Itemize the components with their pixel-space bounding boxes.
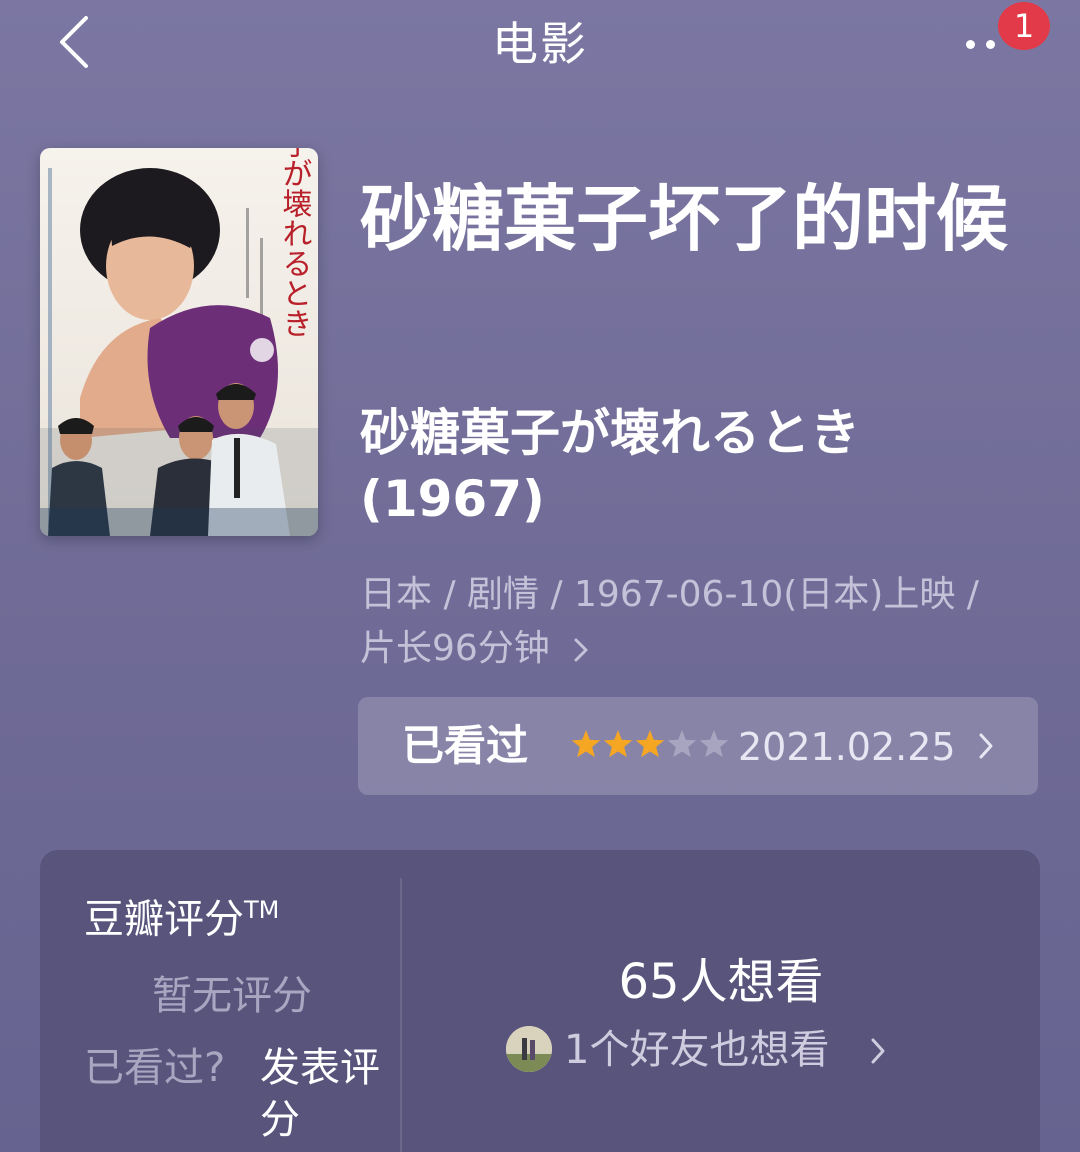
more-dots-icon bbox=[966, 40, 975, 49]
original-title: 砂糖菓子が壊れるとき bbox=[360, 404, 860, 462]
chevron-right-icon bbox=[871, 1038, 885, 1064]
movie-poster[interactable]: 砂糖菓子が壊れるとき bbox=[40, 148, 318, 536]
no-score-text: 暂无评分 bbox=[152, 973, 312, 1019]
avatar bbox=[506, 1026, 552, 1072]
star-empty-icon bbox=[699, 730, 729, 758]
friends-want-text: 1个好友也想看 bbox=[564, 1027, 830, 1073]
chevron-right-icon bbox=[979, 733, 993, 759]
release-year: (1967) bbox=[360, 470, 545, 528]
star-filled-icon bbox=[603, 730, 633, 758]
douban-score-title: 豆瓣评分TM bbox=[84, 896, 280, 943]
movie-meta-info[interactable]: 日本 / 剧情 / 1967-06-10(日本)上映 / 片长96分钟 bbox=[360, 568, 1010, 676]
page-title: 电影 bbox=[492, 17, 588, 71]
trademark-mark: TM bbox=[244, 896, 280, 924]
watched-label: 已看过 bbox=[402, 721, 529, 770]
star-filled-icon bbox=[635, 730, 665, 758]
write-review-link[interactable]: 发表评分 bbox=[260, 1042, 400, 1146]
star-filled-icon bbox=[571, 730, 601, 758]
rating-card: 豆瓣评分TM 暂无评分 已看过? 发表评分 65人想看 1个好友也想看 bbox=[40, 850, 1040, 1152]
chevron-right-icon bbox=[574, 638, 588, 662]
watched-question: 已看过? bbox=[84, 1045, 226, 1091]
movie-meta-text: 日本 / 剧情 / 1967-06-10(日本)上映 / 片长96分钟 bbox=[360, 574, 979, 669]
svg-text:砂糖菓子が壊れるとき: 砂糖菓子が壊れるとき bbox=[277, 148, 313, 338]
divider bbox=[400, 878, 402, 1152]
original-title-block: 砂糖菓子が壊れるとき (1967) bbox=[360, 400, 1040, 532]
notification-badge[interactable]: 1 bbox=[998, 2, 1050, 50]
watched-date: 2021.02.25 bbox=[738, 725, 956, 769]
poster-image: 砂糖菓子が壊れるとき bbox=[40, 148, 318, 536]
top-nav-bar: 电影 1 bbox=[0, 0, 1080, 92]
movie-title: 砂糖菓子坏了的时候 bbox=[360, 177, 1009, 261]
my-watch-status-button[interactable]: 已看过 2021.02.25 bbox=[358, 697, 1038, 795]
star-empty-icon bbox=[667, 730, 697, 758]
my-rating-stars bbox=[571, 730, 729, 758]
want-to-watch-count: 65人想看 bbox=[618, 954, 824, 1010]
